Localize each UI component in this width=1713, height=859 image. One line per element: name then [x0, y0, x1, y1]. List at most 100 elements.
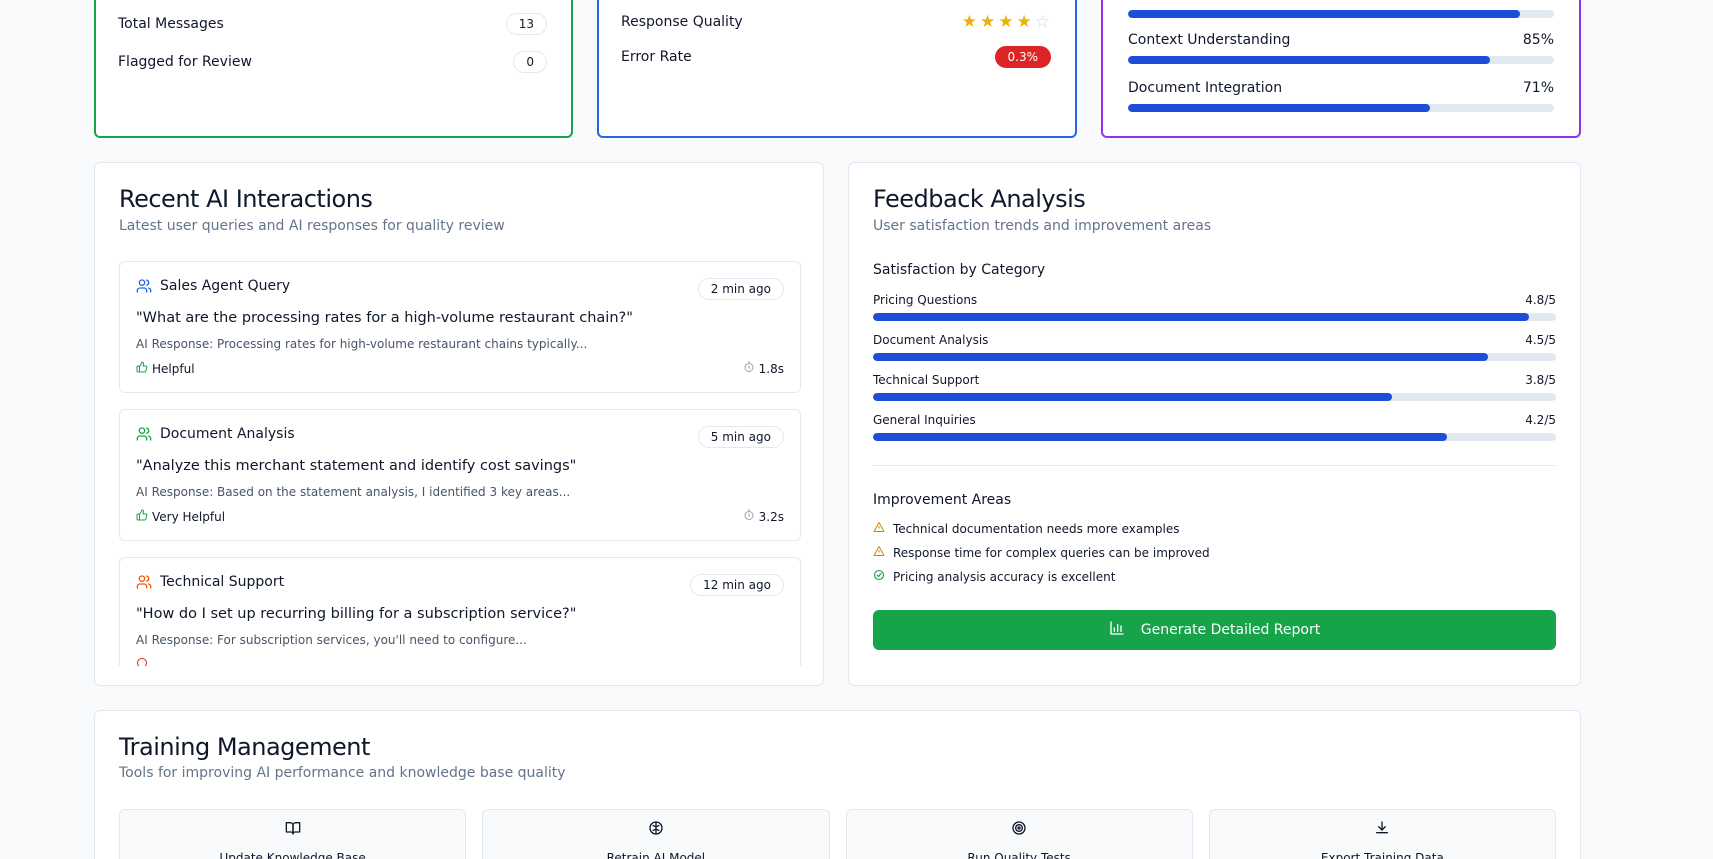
interactions-title: Recent AI Interactions	[119, 185, 373, 213]
interaction-query: "How do I set up recurring billing for a…	[136, 606, 577, 622]
flagged-label: Flagged for Review	[118, 54, 252, 70]
tool-label: Update Knowledge Base	[219, 851, 366, 859]
star-rating: ★ ★ ★ ★ ☆	[962, 12, 1051, 32]
update-knowledge-base-button[interactable]: Update Knowledge Base	[119, 809, 467, 859]
brain-icon	[648, 820, 664, 839]
activity-card: Total Messages 13 Flagged for Review 0	[94, 0, 573, 138]
progress-fill	[1128, 10, 1520, 18]
feedback-analysis-card: Feedback Analysis User satisfaction tren…	[848, 162, 1581, 686]
interaction-response: AI Response: Processing rates for high-v…	[136, 337, 588, 351]
interaction-title-row: Document Analysis	[136, 426, 295, 442]
clock-icon	[743, 509, 755, 524]
interaction-item[interactable]: Document Analysis 5 min ago "Analyze thi…	[119, 409, 801, 541]
users-icon	[136, 574, 152, 590]
satisfaction-fill	[873, 433, 1447, 441]
progress-fill	[1128, 104, 1431, 112]
tool-label: Retrain AI Model	[606, 851, 706, 859]
duration-value: 1.8s	[758, 361, 784, 376]
context-understanding-bar	[1128, 56, 1554, 64]
document-integration-row: Document Integration 71%	[1128, 80, 1554, 96]
interaction-query: "What are the processing rates for a hig…	[136, 310, 633, 326]
star-icon: ★	[1016, 12, 1033, 32]
satisfaction-title: Satisfaction by Category	[873, 262, 1046, 278]
total-messages-row: Total Messages 13	[118, 13, 547, 35]
tool-label: Export Training Data	[1320, 851, 1444, 859]
thumbs-down-icon	[136, 657, 148, 666]
users-icon	[136, 426, 152, 442]
training-tools: Update Knowledge Base Retrain AI Model R…	[119, 809, 1556, 859]
bar-chart-icon	[1109, 620, 1125, 640]
context-understanding-value: 85%	[1522, 32, 1554, 48]
improvement-text: Pricing analysis accuracy is excellent	[893, 569, 1116, 584]
warning-icon	[873, 521, 885, 536]
recent-interactions-card: Recent AI Interactions Latest user queri…	[94, 162, 824, 686]
error-rate-label: Error Rate	[621, 49, 692, 65]
satisfaction-fill	[873, 313, 1529, 321]
book-icon	[285, 820, 301, 839]
interactions-subtitle: Latest user queries and AI responses for…	[119, 218, 505, 234]
users-icon	[136, 278, 152, 294]
document-integration-value: 71%	[1522, 80, 1554, 96]
feedback-title: Feedback Analysis	[873, 185, 1086, 213]
export-training-data-button[interactable]: Export Training Data	[1208, 809, 1556, 859]
generate-report-button[interactable]: Generate Detailed Report	[873, 610, 1556, 650]
document-integration-label: Document Integration	[1128, 80, 1283, 96]
satisfaction-row: Document Analysis 4.5/5	[873, 333, 1556, 347]
category-label: Technical Support	[873, 373, 980, 387]
retrain-model-button[interactable]: Retrain AI Model	[482, 809, 830, 859]
interaction-item[interactable]: Technical Support 12 min ago "How do I s…	[119, 557, 801, 666]
target-icon	[1011, 820, 1027, 839]
category-score: 3.8/5	[1525, 373, 1556, 387]
category-score: 4.8/5	[1525, 293, 1556, 307]
rating	[136, 657, 148, 666]
interaction-title: Sales Agent Query	[160, 278, 291, 294]
category-label: Document Analysis	[873, 333, 989, 347]
run-quality-tests-button[interactable]: Run Quality Tests	[845, 809, 1193, 859]
warning-icon	[873, 545, 885, 560]
category-label: General Inquiries	[873, 413, 976, 427]
interaction-title: Document Analysis	[160, 426, 295, 442]
clock-icon	[743, 361, 755, 376]
star-icon: ★	[998, 12, 1015, 32]
rating-label: Very Helpful	[152, 509, 226, 524]
performance-card: Context Understanding 85% Document Integ…	[1101, 0, 1581, 138]
category-score: 4.2/5	[1525, 413, 1556, 427]
time-badge: 12 min ago	[690, 574, 784, 596]
document-integration-bar	[1128, 104, 1554, 112]
interaction-item[interactable]: Sales Agent Query 2 min ago "What are th…	[119, 261, 801, 393]
rating: Helpful	[136, 361, 195, 376]
time-badge: 5 min ago	[697, 426, 784, 448]
satisfaction-fill	[873, 393, 1393, 401]
interaction-title-row: Sales Agent Query	[136, 278, 290, 294]
interaction-title: Technical Support	[160, 574, 285, 590]
total-messages-label: Total Messages	[118, 16, 224, 32]
training-title: Training Management	[119, 733, 370, 761]
satisfaction-bar	[873, 393, 1556, 401]
satisfaction-bar	[873, 433, 1556, 441]
improvement-text: Response time for complex queries can be…	[893, 545, 1210, 560]
context-understanding-row: Context Understanding 85%	[1128, 32, 1554, 48]
improvement-title: Improvement Areas	[873, 492, 1012, 508]
satisfaction-row: Technical Support 3.8/5	[873, 373, 1556, 387]
feedback-subtitle: User satisfaction trends and improvement…	[873, 218, 1212, 234]
interaction-response: AI Response: For subscription services, …	[136, 633, 527, 647]
quality-card: Response Quality ★ ★ ★ ★ ☆ Error Rate 0.…	[597, 0, 1077, 138]
check-circle-icon	[873, 569, 885, 584]
error-rate-badge: 0.3%	[994, 46, 1051, 68]
satisfaction-bar	[873, 353, 1556, 361]
interaction-response: AI Response: Based on the statement anal…	[136, 485, 571, 499]
duration: 1.8s	[743, 361, 784, 376]
interaction-list[interactable]: Sales Agent Query 2 min ago "What are th…	[119, 261, 801, 666]
response-quality-label: Response Quality	[621, 14, 743, 30]
category-score: 4.5/5	[1525, 333, 1556, 347]
response-quality-row: Response Quality ★ ★ ★ ★ ☆	[621, 12, 1051, 32]
progress-bar	[1128, 10, 1554, 18]
duration-value: 3.2s	[758, 509, 784, 524]
satisfaction-row: General Inquiries 4.2/5	[873, 413, 1556, 427]
rating-label: Helpful	[152, 361, 195, 376]
interaction-query: "Analyze this merchant statement and ide…	[136, 458, 577, 474]
flagged-badge: 0	[513, 51, 547, 73]
context-understanding-label: Context Understanding	[1128, 32, 1291, 48]
satisfaction-bar	[873, 313, 1556, 321]
rating: Very Helpful	[136, 509, 225, 524]
